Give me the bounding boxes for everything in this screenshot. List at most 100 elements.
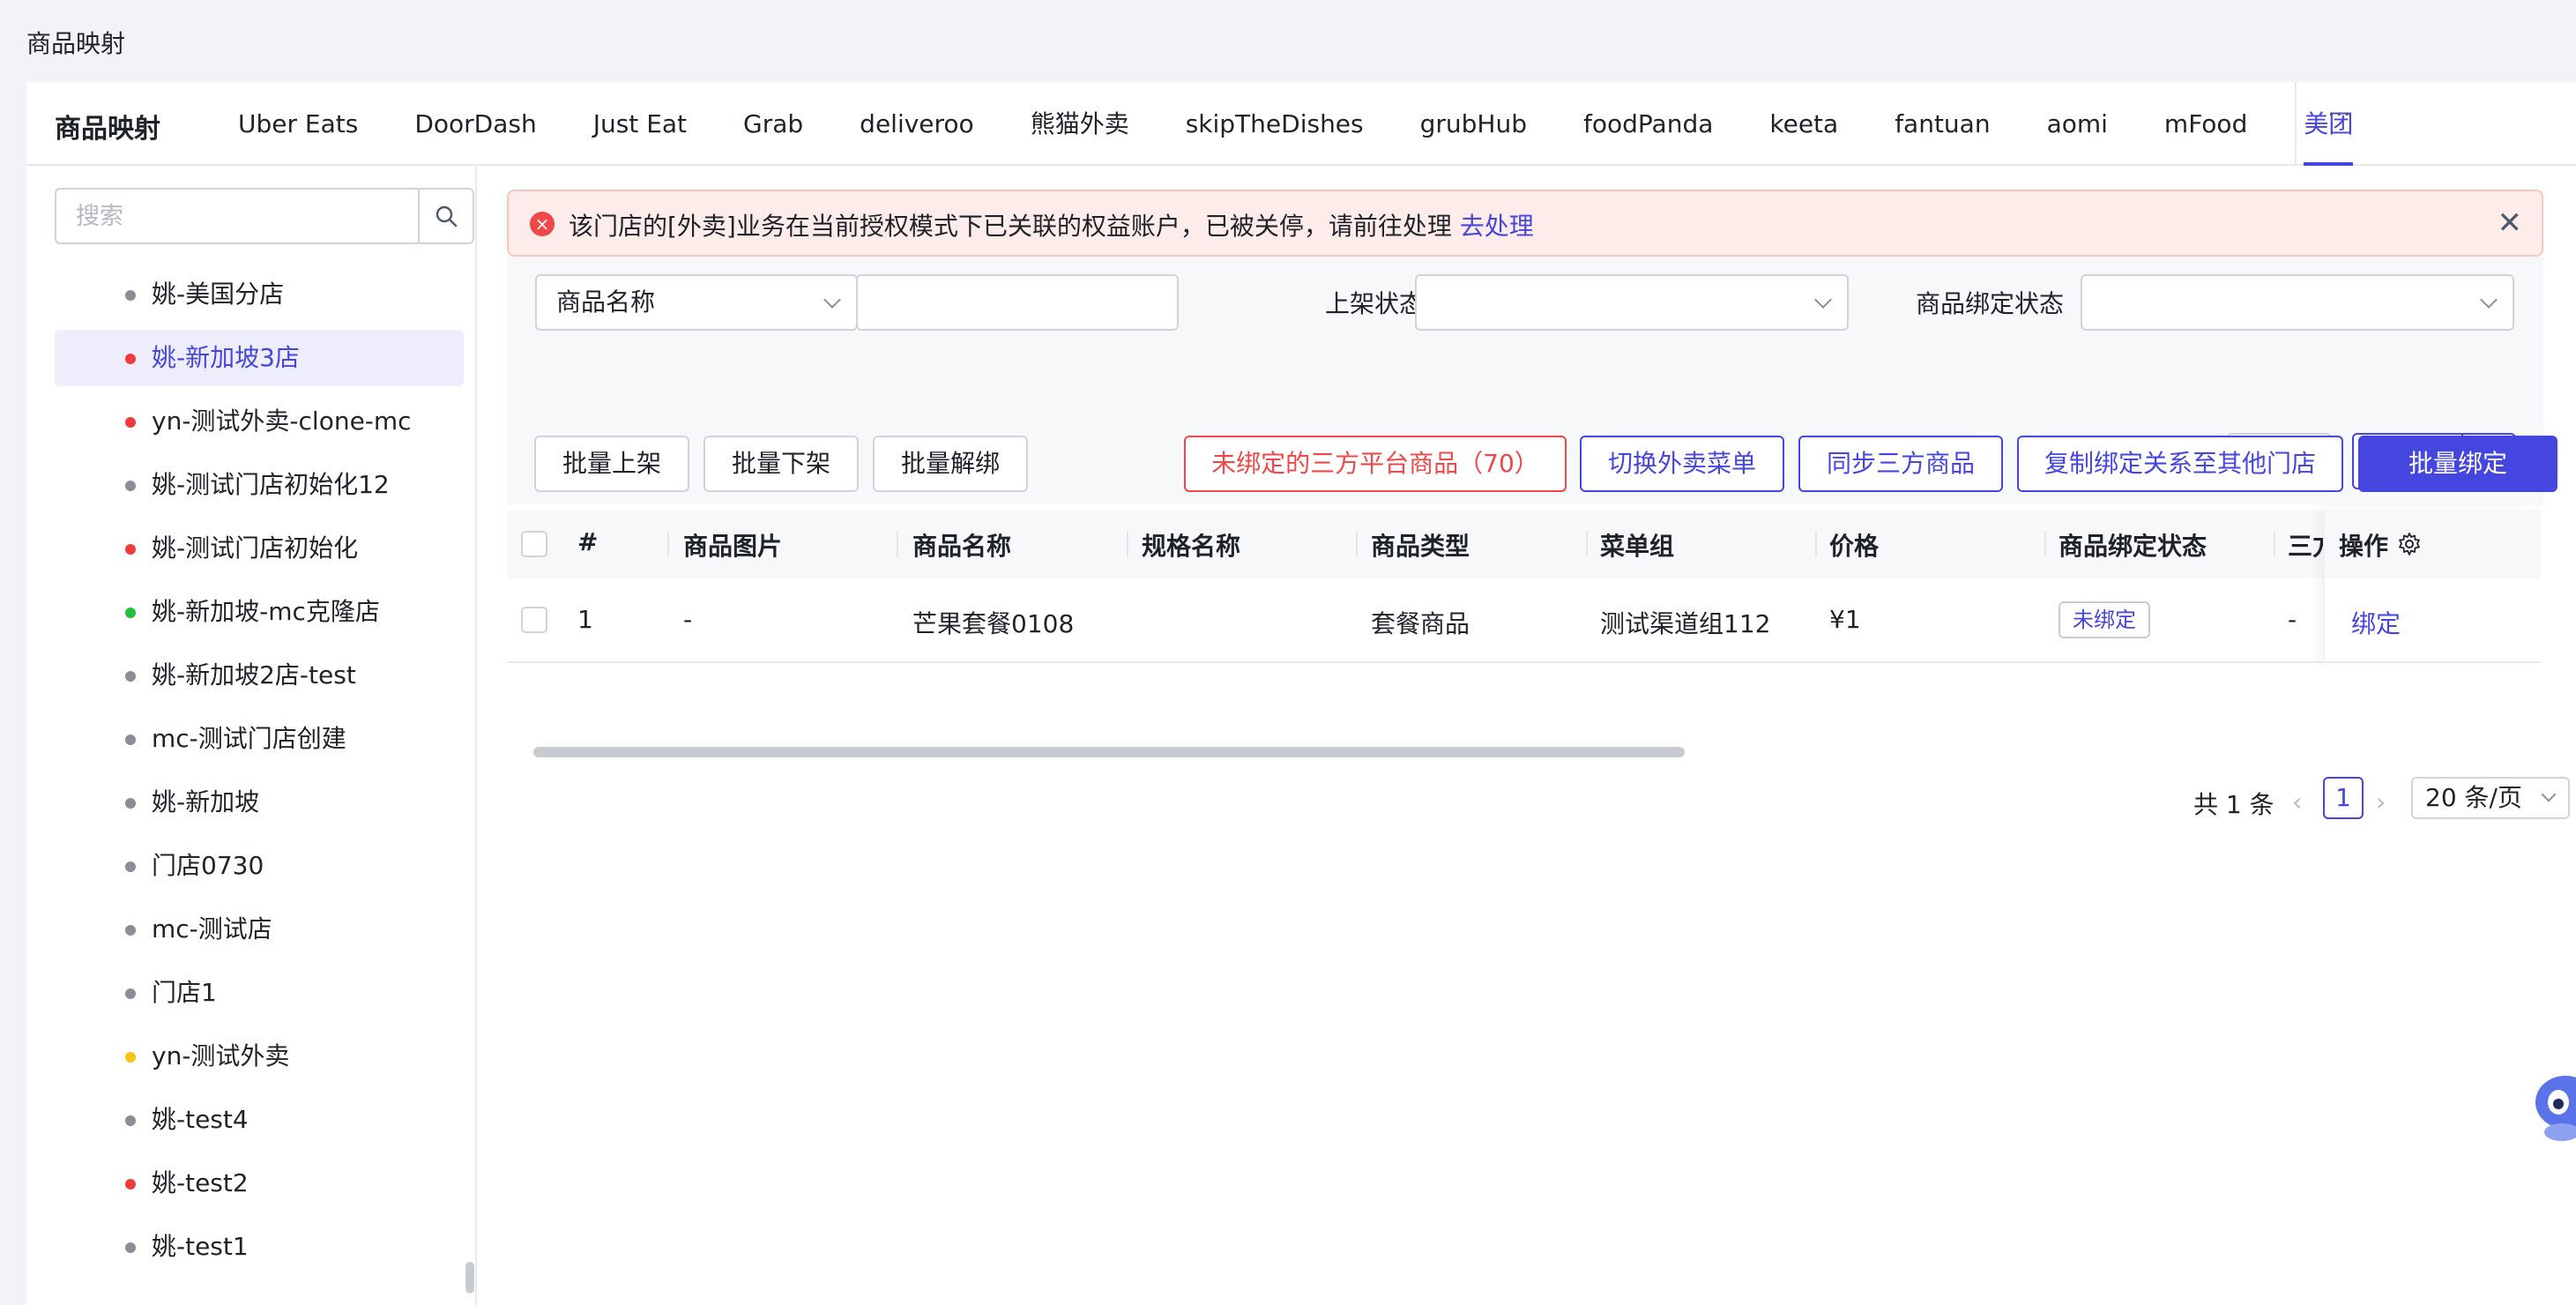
- tab-grab[interactable]: Grab: [743, 82, 803, 166]
- error-icon: ×: [530, 212, 555, 236]
- bind-link[interactable]: 绑定: [2351, 605, 2401, 640]
- store-item[interactable]: 姚-新加坡-mc克隆店: [55, 584, 464, 640]
- main-card: 商品映射 Uber Eats DoorDash Just Eat Grab de…: [26, 82, 2576, 1305]
- store-search: [55, 188, 474, 244]
- page-size-select[interactable]: 20 条/页: [2411, 777, 2570, 819]
- field-select[interactable]: 商品名称: [535, 274, 858, 331]
- cell-name: 芒果套餐0108: [912, 609, 1075, 638]
- tab-grubhub[interactable]: grubHub: [1420, 82, 1527, 166]
- cell-type: 套餐商品: [1371, 609, 1470, 638]
- tab-mfood[interactable]: mFood: [2164, 82, 2247, 166]
- store-search-input[interactable]: [56, 190, 418, 242]
- status-dot-icon: [125, 671, 136, 682]
- tab-more-button[interactable]: ···: [2327, 100, 2351, 129]
- tab-foodpanda[interactable]: foodPanda: [1583, 82, 1713, 166]
- tab-fantuan[interactable]: fantuan: [1895, 82, 1990, 166]
- batch-off-shelf-button[interactable]: 批量下架: [704, 436, 859, 492]
- column-divider: [897, 531, 898, 557]
- col-third-party: 三方: [2288, 532, 2323, 561]
- field-value-input[interactable]: [856, 274, 1179, 331]
- store-item[interactable]: 姚-新加坡2店-test: [55, 647, 464, 704]
- sidebar-scrollbar[interactable]: [465, 1262, 474, 1294]
- status-dot-icon: [125, 798, 136, 809]
- search-icon: [436, 205, 458, 227]
- column-divider: [2274, 531, 2275, 557]
- chevron-left-icon[interactable]: ‹: [2292, 787, 2302, 817]
- column-divider: [1356, 531, 1358, 557]
- table-hscrollbar[interactable]: [533, 747, 1685, 757]
- store-item[interactable]: mc-测试门店创建: [55, 711, 464, 767]
- copy-binding-button[interactable]: 复制绑定关系至其他门店: [2017, 436, 2343, 492]
- store-item-label: 门店1: [152, 978, 217, 1007]
- col-name: 商品名称: [912, 532, 1012, 561]
- column-divider: [1815, 531, 1817, 557]
- tab-aomi[interactable]: aomi: [2047, 82, 2108, 166]
- store-item[interactable]: 门店0730: [55, 838, 464, 894]
- column-divider: [667, 531, 669, 557]
- assistant-mascot-icon[interactable]: [2527, 1058, 2576, 1155]
- store-item[interactable]: 姚-测试门店初始化: [55, 520, 464, 577]
- bind-status-label: 商品绑定状态: [1916, 289, 2065, 318]
- tab-skipthedishes[interactable]: skipTheDishes: [1186, 82, 1364, 166]
- store-item[interactable]: mc-测试店: [55, 901, 464, 958]
- platform-tabs: Uber Eats DoorDash Just Eat Grab deliver…: [238, 82, 2409, 166]
- alert-action-link[interactable]: 去处理: [1460, 212, 1534, 241]
- row-checkbox[interactable]: [521, 607, 547, 633]
- switch-menu-button[interactable]: 切换外卖菜单: [1580, 436, 1784, 492]
- col-menu-group: 菜单组: [1600, 532, 1675, 561]
- tab-deliveroo[interactable]: deliveroo: [860, 82, 974, 166]
- cell-price: ¥1: [1829, 605, 1861, 634]
- chevron-right-icon[interactable]: ›: [2376, 787, 2386, 817]
- table-header: # 商品图片 商品名称 规格名称 商品类型 菜单组 价格 商品绑定状态 三方: [507, 510, 2539, 578]
- batch-on-shelf-button[interactable]: 批量上架: [534, 436, 689, 492]
- tab-just-eat[interactable]: Just Eat: [593, 82, 687, 166]
- batch-unbind-button[interactable]: 批量解绑: [873, 436, 1028, 492]
- gear-icon[interactable]: [2397, 532, 2422, 556]
- table-row: 1 - 芒果套餐0108 套餐商品 测试渠道组112 ¥1 未绑定 -: [507, 578, 2539, 663]
- store-item[interactable]: 姚-美国分店: [55, 266, 464, 323]
- shelf-status-label: 上架状态: [1325, 289, 1425, 318]
- pagination-total: 共 1 条: [2193, 790, 2274, 819]
- store-item-label: 姚-新加坡3店: [152, 343, 300, 372]
- store-item-label: mc-测试店: [152, 914, 272, 943]
- store-item-label: 姚-测试门店初始化12: [152, 470, 390, 499]
- store-item[interactable]: 姚-测试门店初始化12: [55, 457, 464, 513]
- status-dot-icon: [125, 861, 136, 872]
- column-divider: [2044, 531, 2046, 557]
- tab-doordash[interactable]: DoorDash: [414, 82, 536, 166]
- status-dot-icon: [125, 988, 136, 999]
- field-select-value: 商品名称: [556, 287, 656, 317]
- store-item[interactable]: 姚-test1: [55, 1219, 464, 1275]
- store-item[interactable]: yn-测试外卖-clone-mc: [55, 393, 464, 450]
- status-dot-icon: [125, 608, 136, 618]
- store-item[interactable]: 姚-test2: [55, 1155, 464, 1212]
- store-item[interactable]: 姚-新加坡: [55, 774, 464, 831]
- store-item[interactable]: yn-测试外卖: [55, 1028, 464, 1085]
- shelf-status-select[interactable]: [1415, 274, 1849, 331]
- store-item-label: 姚-test1: [152, 1232, 249, 1261]
- store-item-label: 姚-新加坡2店-test: [152, 660, 356, 690]
- store-item[interactable]: 姚-新加坡3店: [55, 330, 464, 386]
- tab-keeta[interactable]: keeta: [1769, 82, 1838, 166]
- batch-bind-button[interactable]: 批量绑定: [2358, 436, 2557, 492]
- pagination-current-page[interactable]: 1: [2323, 777, 2364, 819]
- tab-foodpanda-cn[interactable]: 熊猫外卖: [1031, 82, 1129, 166]
- cell-image: -: [683, 605, 693, 634]
- search-button[interactable]: [418, 190, 473, 242]
- store-item[interactable]: 门店1: [55, 965, 464, 1021]
- bind-status-select[interactable]: [2081, 274, 2514, 331]
- action-column: 操作 绑定: [2323, 510, 2541, 663]
- status-dot-icon: [125, 1179, 136, 1189]
- unbound-third-party-button[interactable]: 未绑定的三方平台商品（70）: [1184, 436, 1567, 492]
- store-list: 姚-美国分店 姚-新加坡3店 yn-测试外卖-clone-mc 姚-测试门店初始化12…: [55, 266, 464, 1282]
- close-icon[interactable]: ✕: [2498, 205, 2523, 241]
- status-dot-icon: [125, 290, 136, 301]
- section-heading: 商品映射: [55, 114, 160, 145]
- tab-uber-eats[interactable]: Uber Eats: [238, 82, 358, 166]
- store-item-label: 姚-test2: [152, 1168, 249, 1197]
- store-item[interactable]: 姚-test4: [55, 1092, 464, 1148]
- col-type: 商品类型: [1371, 532, 1470, 561]
- sync-third-party-button[interactable]: 同步三方商品: [1798, 436, 2003, 492]
- select-all-checkbox[interactable]: [521, 531, 547, 557]
- store-item-label: 姚-美国分店: [152, 280, 285, 309]
